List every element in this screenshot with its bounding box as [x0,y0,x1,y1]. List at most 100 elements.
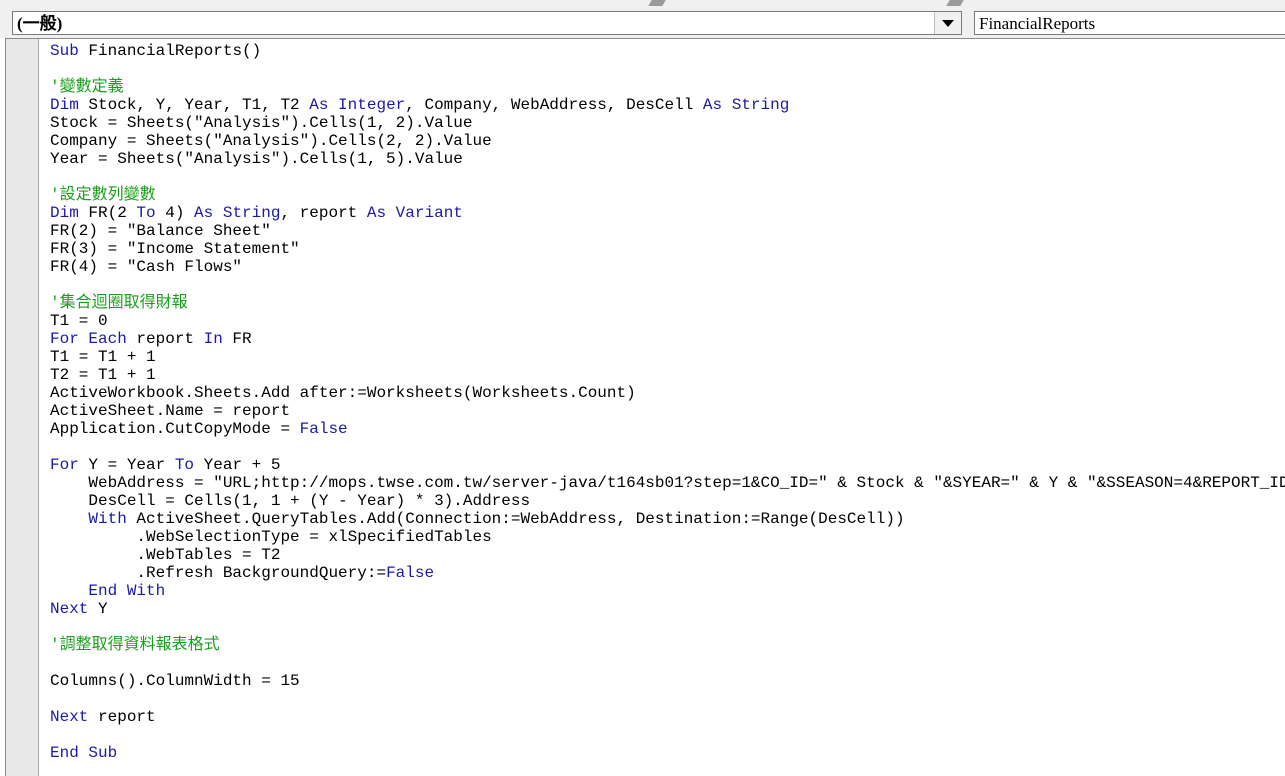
code-line[interactable] [50,60,1285,78]
code-text: Application.CutCopyMode = [50,420,300,438]
code-text: Year + 5 [194,456,281,474]
code-text: FinancialReports() [78,42,262,60]
code-line[interactable]: .WebSelectionType = xlSpecifiedTables [50,528,1285,546]
code-text: DesCell = Cells(1, 1 + (Y - Year) * 3).A… [50,492,531,510]
code-text: .WebTables = T2 [50,546,281,564]
code-line[interactable]: .WebTables = T2 [50,546,1285,564]
code-line[interactable]: '集合迴圈取得財報 [50,294,1285,312]
procedure-dropdown[interactable]: FinancialReports [974,11,1285,35]
code-text: .WebSelectionType = xlSpecifiedTables [50,528,492,546]
code-line[interactable]: '調整取得資料報表格式 [50,636,1285,654]
code-line[interactable]: WebAddress = "URL;http://mops.twse.com.t… [50,474,1285,492]
code-text: T1 = T1 + 1 [50,348,156,366]
code-keyword: For [50,456,79,474]
code-text: ActiveSheet.QueryTables.Add(Connection:=… [126,510,905,528]
code-text: .Refresh BackgroundQuery:= [50,564,387,582]
code-keyword: False [299,420,348,438]
code-keyword: End With [88,582,166,600]
code-line[interactable]: Application.CutCopyMode = False [50,420,1285,438]
object-dropdown[interactable]: (一般) [12,11,962,35]
code-line[interactable]: T1 = 0 [50,312,1285,330]
dropdown-arrow-icon[interactable] [934,12,961,34]
code-line[interactable]: Next report [50,708,1285,726]
code-line[interactable]: FR(3) = "Income Statement" [50,240,1285,258]
code-comment: '集合迴圈取得財報 [50,294,188,312]
code-text: FR [222,330,252,348]
code-text: T2 = T1 + 1 [50,366,156,384]
code-line[interactable]: End Sub [50,744,1285,762]
code-text: FR(3) = "Income Statement" [50,240,300,258]
code-keyword: With [88,510,127,528]
code-line[interactable]: FR(2) = "Balance Sheet" [50,222,1285,240]
code-keyword: As Variant [366,204,463,222]
code-line[interactable]: ActiveWorkbook.Sheets.Add after:=Workshe… [50,384,1285,402]
code-line[interactable]: Dim Stock, Y, Year, T1, T2 As Integer, C… [50,96,1285,114]
code-line[interactable] [50,654,1285,672]
code-comment: '設定數列變數 [50,186,156,204]
code-text: Stock = Sheets("Analysis").Cells(1, 2).V… [50,114,473,132]
code-comment: '調整取得資料報表格式 [50,636,220,654]
code-text: Y [88,600,108,618]
code-text: FR(2 [78,204,137,222]
code-keyword: As Integer [309,96,406,114]
code-line[interactable]: Company = Sheets("Analysis").Cells(2, 2)… [50,132,1285,150]
vbe-code-window: (一般) FinancialReports Sub FinancialRepor… [0,0,1285,776]
code-line[interactable] [50,276,1285,294]
code-lines: Sub FinancialReports() '變數定義 Dim Stock, Y… [50,42,1285,762]
object-dropdown-value: (一般) [17,14,63,33]
code-line[interactable] [50,726,1285,744]
code-line[interactable]: Year = Sheets("Analysis").Cells(1, 5).Va… [50,150,1285,168]
code-line[interactable] [50,690,1285,708]
code-line[interactable]: FR(4) = "Cash Flows" [50,258,1285,276]
code-keyword: As String [702,96,790,114]
code-line[interactable]: Next Y [50,600,1285,618]
code-line[interactable]: DesCell = Cells(1, 1 + (Y - Year) * 3).A… [50,492,1285,510]
code-line[interactable]: With ActiveSheet.QueryTables.Add(Connect… [50,510,1285,528]
code-text: WebAddress = "URL;http://mops.twse.com.t… [50,474,1285,492]
code-window-toolbar: (一般) FinancialReports [0,8,1285,38]
code-line[interactable]: Columns().ColumnWidth = 15 [50,672,1285,690]
code-line[interactable]: End With [50,582,1285,600]
code-line[interactable] [50,168,1285,186]
code-keyword: For Each [50,330,127,348]
code-line[interactable]: For Y = Year To Year + 5 [50,456,1285,474]
code-line[interactable]: '變數定義 [50,78,1285,96]
code-keyword: Next [50,708,89,726]
window-top-strip [0,0,1285,8]
code-text: Year = Sheets("Analysis").Cells(1, 5).Va… [50,150,463,168]
procedure-dropdown-value: FinancialReports [979,14,1096,33]
code-text: T1 = 0 [50,312,108,330]
code-keyword: Dim [50,96,79,114]
code-line[interactable]: T2 = T1 + 1 [50,366,1285,384]
code-keyword: To [136,204,156,222]
code-line[interactable]: '設定數列變數 [50,186,1285,204]
code-line[interactable]: ActiveSheet.Name = report [50,402,1285,420]
margin-indicator-bar[interactable] [6,39,39,776]
code-editor[interactable]: Sub FinancialReports() '變數定義 Dim Stock, Y… [5,38,1285,776]
code-keyword: Sub [50,42,79,60]
code-keyword: As String [194,204,281,222]
code-text: ActiveSheet.Name = report [50,402,291,420]
code-keyword: To [174,456,195,474]
code-text: 4) [155,204,195,222]
code-line[interactable]: .Refresh BackgroundQuery:=False [50,564,1285,582]
code-text: Company = Sheets("Analysis").Cells(2, 2)… [50,132,492,150]
code-line[interactable]: Sub FinancialReports() [50,42,1285,60]
code-line[interactable]: Stock = Sheets("Analysis").Cells(1, 2).V… [50,114,1285,132]
code-text: report [126,330,204,348]
code-line[interactable]: For Each report In FR [50,330,1285,348]
code-text: FR(2) = "Balance Sheet" [50,222,271,240]
code-line[interactable] [50,618,1285,636]
code-comment: '變數定義 [50,78,124,96]
code-text: Y = Year [78,456,175,474]
code-text: ActiveWorkbook.Sheets.Add after:=Workshe… [50,384,636,402]
code-line[interactable]: Dim FR(2 To 4) As String, report As Vari… [50,204,1285,222]
code-line[interactable] [50,438,1285,456]
code-text: report [88,708,156,726]
code-keyword: Next [50,600,89,618]
strip-notch [648,0,666,6]
code-line[interactable]: T1 = T1 + 1 [50,348,1285,366]
code-keyword: End Sub [50,744,118,762]
